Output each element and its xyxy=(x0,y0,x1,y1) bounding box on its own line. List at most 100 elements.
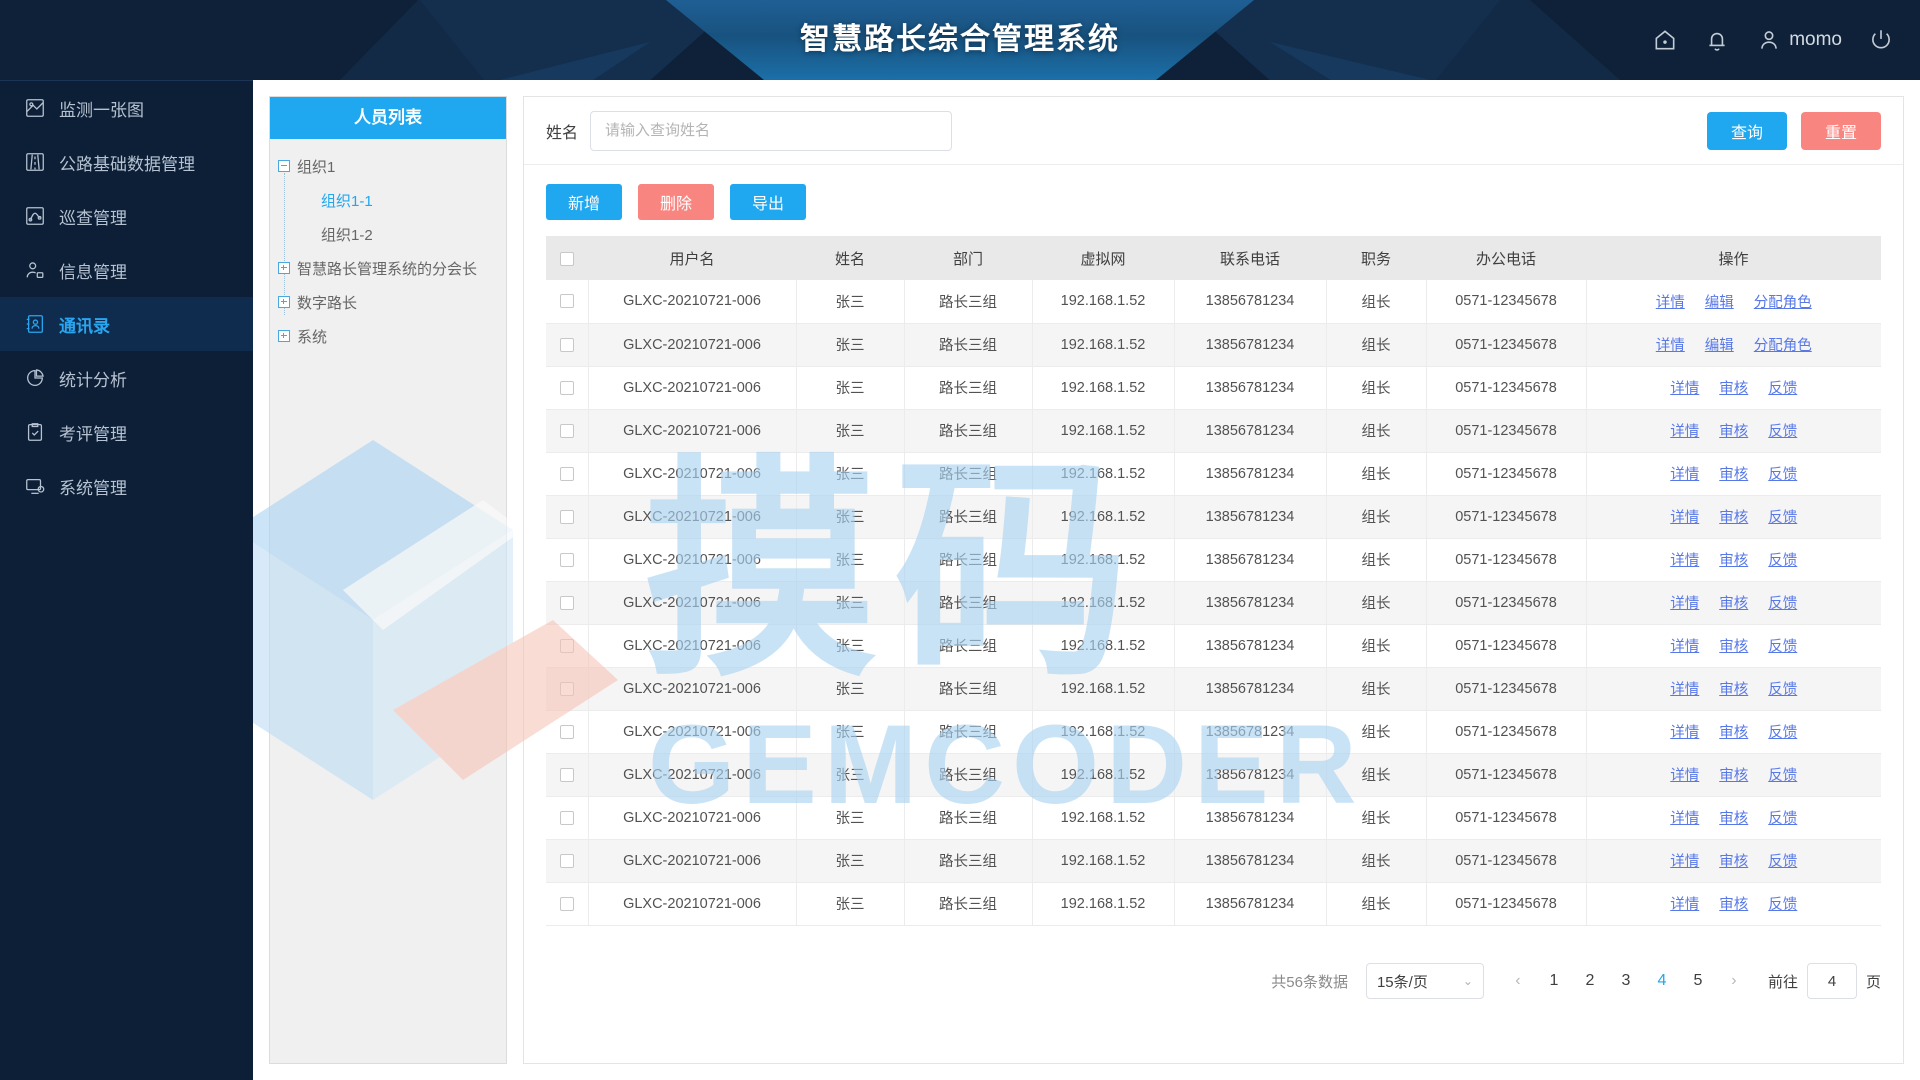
page-button-4[interactable]: 4 xyxy=(1644,964,1680,998)
table-row[interactable]: GLXC-20210721-006张三路长三组192.168.1.5213856… xyxy=(546,495,1881,538)
operation-link[interactable]: 分配角色 xyxy=(1754,291,1812,312)
sidebar-item-info-manage[interactable]: 信息管理 xyxy=(0,243,253,297)
table-row[interactable]: GLXC-20210721-006张三路长三组192.168.1.5213856… xyxy=(546,667,1881,710)
table-row[interactable]: GLXC-20210721-006张三路长三组192.168.1.5213856… xyxy=(546,624,1881,667)
operation-link[interactable]: 详情 xyxy=(1670,721,1699,742)
page-size-select[interactable]: 15条/页 ⌄ xyxy=(1366,963,1484,999)
row-checkbox[interactable] xyxy=(560,510,574,524)
row-checkbox[interactable] xyxy=(560,596,574,610)
row-checkbox[interactable] xyxy=(560,897,574,911)
row-checkbox[interactable] xyxy=(560,467,574,481)
row-checkbox[interactable] xyxy=(560,381,574,395)
operation-link[interactable]: 编辑 xyxy=(1705,291,1734,312)
table-row[interactable]: GLXC-20210721-006张三路长三组192.168.1.5213856… xyxy=(546,280,1881,323)
tree-toggle-plus-icon[interactable] xyxy=(278,262,290,274)
tree-toggle-plus-icon[interactable] xyxy=(278,296,290,308)
row-checkbox[interactable] xyxy=(560,811,574,825)
sidebar-item-assessment[interactable]: 考评管理 xyxy=(0,405,253,459)
page-button-1[interactable]: 1 xyxy=(1536,964,1572,998)
bell-icon[interactable] xyxy=(1704,27,1730,53)
sidebar-item-statistics[interactable]: 统计分析 xyxy=(0,351,253,405)
operation-link[interactable]: 详情 xyxy=(1670,807,1699,828)
operation-link[interactable]: 详情 xyxy=(1670,463,1699,484)
operation-link[interactable]: 审核 xyxy=(1719,635,1748,656)
row-checkbox[interactable] xyxy=(560,854,574,868)
operation-link[interactable]: 详情 xyxy=(1656,334,1685,355)
tree-node-org1-2[interactable]: 组织1-2 xyxy=(270,217,506,251)
tree-node-org1[interactable]: 组织1 xyxy=(270,149,506,183)
table-row[interactable]: GLXC-20210721-006张三路长三组192.168.1.5213856… xyxy=(546,839,1881,882)
operation-link[interactable]: 审核 xyxy=(1719,807,1748,828)
operation-link[interactable]: 反馈 xyxy=(1768,463,1797,484)
table-row[interactable]: GLXC-20210721-006张三路长三组192.168.1.5213856… xyxy=(546,409,1881,452)
table-row[interactable]: GLXC-20210721-006张三路长三组192.168.1.5213856… xyxy=(546,452,1881,495)
sidebar-item-system-manage[interactable]: 系统管理 xyxy=(0,459,253,513)
operation-link[interactable]: 审核 xyxy=(1719,506,1748,527)
operation-link[interactable]: 详情 xyxy=(1670,850,1699,871)
tree-node-org1-1[interactable]: 组织1-1 xyxy=(270,183,506,217)
name-search-input[interactable] xyxy=(590,111,952,151)
delete-button[interactable]: 删除 xyxy=(638,184,714,220)
operation-link[interactable]: 反馈 xyxy=(1768,764,1797,785)
select-all-checkbox[interactable] xyxy=(560,252,574,266)
row-checkbox[interactable] xyxy=(560,294,574,308)
operation-link[interactable]: 反馈 xyxy=(1768,420,1797,441)
operation-link[interactable]: 编辑 xyxy=(1705,334,1734,355)
tree-node-digital-road-chief[interactable]: 数字路长 xyxy=(270,285,506,319)
page-jump-input[interactable] xyxy=(1807,963,1857,999)
sidebar-item-contacts[interactable]: 通讯录 xyxy=(0,297,253,351)
operation-link[interactable]: 审核 xyxy=(1719,850,1748,871)
page-button-2[interactable]: 2 xyxy=(1572,964,1608,998)
operation-link[interactable]: 反馈 xyxy=(1768,377,1797,398)
row-checkbox[interactable] xyxy=(560,553,574,567)
tree-node-system[interactable]: 系统 xyxy=(270,319,506,353)
table-row[interactable]: GLXC-20210721-006张三路长三组192.168.1.5213856… xyxy=(546,710,1881,753)
operation-link[interactable]: 详情 xyxy=(1670,420,1699,441)
operation-link[interactable]: 反馈 xyxy=(1768,635,1797,656)
operation-link[interactable]: 详情 xyxy=(1670,506,1699,527)
operation-link[interactable]: 审核 xyxy=(1719,721,1748,742)
reset-button[interactable]: 重置 xyxy=(1801,112,1881,150)
operation-link[interactable]: 审核 xyxy=(1719,592,1748,613)
tree-toggle-minus-icon[interactable] xyxy=(278,160,290,172)
operation-link[interactable]: 反馈 xyxy=(1768,721,1797,742)
next-page-button[interactable]: › xyxy=(1716,964,1752,998)
table-row[interactable]: GLXC-20210721-006张三路长三组192.168.1.5213856… xyxy=(546,538,1881,581)
operation-link[interactable]: 详情 xyxy=(1670,893,1699,914)
table-row[interactable]: GLXC-20210721-006张三路长三组192.168.1.5213856… xyxy=(546,753,1881,796)
add-button[interactable]: 新增 xyxy=(546,184,622,220)
page-button-3[interactable]: 3 xyxy=(1608,964,1644,998)
row-checkbox[interactable] xyxy=(560,639,574,653)
user-menu[interactable]: momo xyxy=(1756,27,1842,53)
operation-link[interactable]: 详情 xyxy=(1656,291,1685,312)
operation-link[interactable]: 审核 xyxy=(1719,893,1748,914)
tree-toggle-plus-icon[interactable] xyxy=(278,330,290,342)
operation-link[interactable]: 审核 xyxy=(1719,377,1748,398)
tree-node-branch-chief[interactable]: 智慧路长管理系统的分会长 xyxy=(270,251,506,285)
operation-link[interactable]: 反馈 xyxy=(1768,807,1797,828)
operation-link[interactable]: 详情 xyxy=(1670,592,1699,613)
row-checkbox[interactable] xyxy=(560,768,574,782)
operation-link[interactable]: 详情 xyxy=(1670,764,1699,785)
row-checkbox[interactable] xyxy=(560,682,574,696)
operation-link[interactable]: 审核 xyxy=(1719,463,1748,484)
sidebar-item-road-data[interactable]: 公路基础数据管理 xyxy=(0,135,253,189)
operation-link[interactable]: 反馈 xyxy=(1768,592,1797,613)
operation-link[interactable]: 审核 xyxy=(1719,549,1748,570)
operation-link[interactable]: 分配角色 xyxy=(1754,334,1812,355)
operation-link[interactable]: 详情 xyxy=(1670,377,1699,398)
operation-link[interactable]: 审核 xyxy=(1719,678,1748,699)
operation-link[interactable]: 审核 xyxy=(1719,420,1748,441)
table-row[interactable]: GLXC-20210721-006张三路长三组192.168.1.5213856… xyxy=(546,796,1881,839)
operation-link[interactable]: 详情 xyxy=(1670,635,1699,656)
operation-link[interactable]: 反馈 xyxy=(1768,678,1797,699)
operation-link[interactable]: 详情 xyxy=(1670,678,1699,699)
row-checkbox[interactable] xyxy=(560,424,574,438)
operation-link[interactable]: 反馈 xyxy=(1768,850,1797,871)
table-row[interactable]: GLXC-20210721-006张三路长三组192.168.1.5213856… xyxy=(546,581,1881,624)
operation-link[interactable]: 审核 xyxy=(1719,764,1748,785)
table-row[interactable]: GLXC-20210721-006张三路长三组192.168.1.5213856… xyxy=(546,366,1881,409)
prev-page-button[interactable]: ‹ xyxy=(1500,964,1536,998)
operation-link[interactable]: 反馈 xyxy=(1768,506,1797,527)
query-button[interactable]: 查询 xyxy=(1707,112,1787,150)
